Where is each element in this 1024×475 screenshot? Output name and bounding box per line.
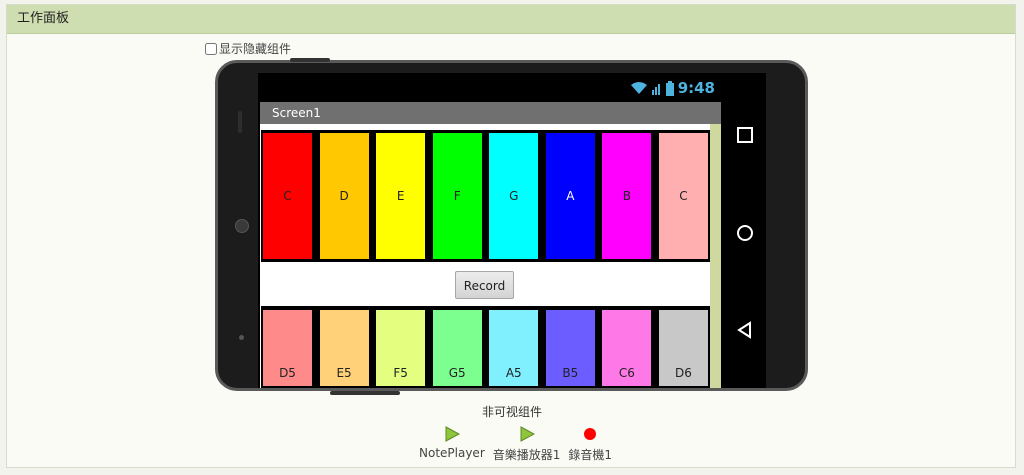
status-bar: 9:48 [258,73,723,101]
key-label: D [339,189,349,203]
top-note-key[interactable]: D [319,133,369,259]
phone-top-button [290,58,330,62]
key-label: D6 [675,366,692,380]
key-label: F [453,189,461,203]
screen-title: Screen1 [260,102,721,124]
key-label: C [283,189,292,203]
key-label: E [396,189,405,203]
nonvisible-component[interactable]: 音樂播放器1 [492,425,561,463]
nonvisible-components-list: NotePlayer 音樂播放器1 錄音機1 [419,425,612,463]
key-label: A [566,189,575,203]
nonvisible-component[interactable]: 錄音機1 [568,425,612,463]
key-label: C [679,189,688,203]
bottom-note-key[interactable]: C6 [602,310,652,386]
nonvisible-component-label: 錄音機1 [568,448,613,462]
battery-icon [665,80,674,96]
player-icon [520,426,535,442]
bottom-note-key[interactable]: A5 [489,310,539,386]
bottom-key-row: D5 E5 F5 G5 A5 B5 C6 D6 [261,306,710,388]
top-note-key[interactable]: A [545,133,595,259]
phone-speaker [238,111,242,133]
signal-icon [651,84,660,95]
bottom-note-key[interactable]: B5 [545,310,595,386]
bottom-note-key[interactable]: G5 [432,310,482,386]
player-icon [445,426,460,442]
recorder-icon [584,428,597,440]
key-label: B [622,189,631,203]
key-label: B5 [562,366,579,380]
home-icon[interactable] [735,223,755,243]
nonvisible-component-label: NotePlayer [419,446,485,460]
key-label: F5 [393,366,408,380]
top-note-key[interactable]: B [602,133,652,259]
bottom-note-key[interactable]: F5 [376,310,426,386]
show-hidden-label: 显示隐藏组件 [219,42,292,56]
top-note-key[interactable]: C [658,133,708,259]
nonvisible-components-title: 非可视组件 [481,405,542,419]
record-button[interactable]: Record [455,271,514,299]
key-label: A5 [505,366,522,380]
nav-bar [723,73,766,388]
key-label: E5 [336,366,352,380]
show-hidden-checkbox[interactable] [205,42,217,55]
bottom-note-key[interactable]: D5 [263,310,312,386]
top-note-key[interactable]: C [263,133,312,259]
show-hidden-components-toggle[interactable]: 显示隐藏组件 [205,40,291,57]
top-note-key[interactable]: E [376,133,426,259]
app-content: C D E F G A B C Record D5 E5 F5 G5 A5 B5 C6 D6 [260,124,721,388]
scrollbar[interactable] [710,124,721,388]
nonvisible-component-label: 音樂播放器1 [492,448,561,462]
nonvisible-component[interactable]: NotePlayer [419,425,485,463]
bottom-note-key[interactable]: E5 [319,310,369,386]
phone-bottom-button [330,391,400,395]
phone-camera [235,219,249,233]
top-note-key[interactable]: F [432,133,482,259]
top-key-row: CDEFGABC [261,130,710,262]
status-time: 9:48 [677,79,715,97]
panel-title: 工作面板 [7,5,1015,34]
key-label: D5 [279,366,296,380]
record-area: Record [260,264,710,306]
top-note-key[interactable]: G [489,133,539,259]
phone-screen: 9:48 Screen1 C D E F G A B C Record D5 E5 F5 G5 A5 B… [258,73,766,388]
recent-apps-icon[interactable] [735,125,755,145]
phone-preview: 9:48 Screen1 C D E F G A B C Record D5 E5 F5 G5 A5 B… [215,58,808,395]
phone-sensor [239,335,244,340]
wifi-icon [630,82,647,94]
back-icon[interactable] [735,320,755,340]
key-label: G [509,189,519,203]
bottom-note-key[interactable]: D6 [658,310,708,386]
key-label: G5 [448,366,466,380]
key-label: C6 [618,366,635,380]
